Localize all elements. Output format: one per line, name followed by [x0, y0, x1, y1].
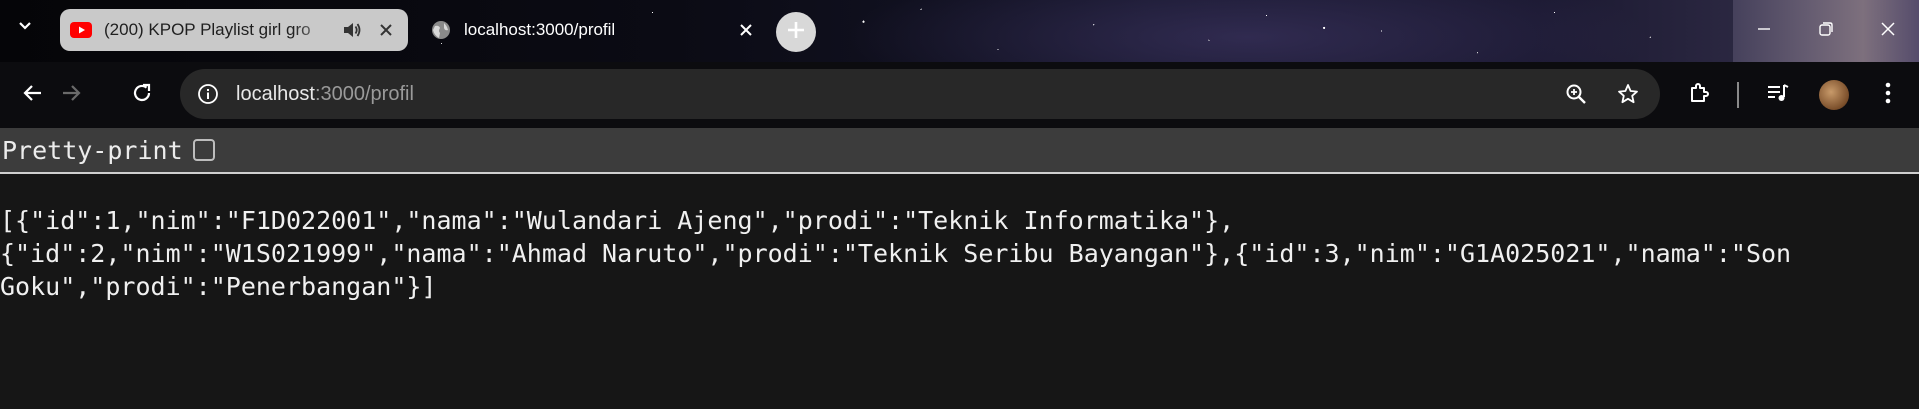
- json-output: [{"id":1,"nim":"F1D022001","nama":"Wulan…: [0, 204, 1919, 303]
- url-host: localhost: [236, 82, 315, 105]
- media-queue-icon: [1766, 82, 1790, 109]
- extensions-button[interactable]: [1684, 79, 1716, 111]
- close-icon[interactable]: [734, 18, 758, 42]
- minimize-button[interactable]: [1733, 0, 1795, 62]
- json-line: Goku","prodi":"Penerbangan"}]: [0, 272, 437, 301]
- browser-toolbar: localhost:3000/profil: [0, 62, 1919, 128]
- globe-icon: [430, 19, 452, 41]
- avatar[interactable]: [1819, 80, 1849, 110]
- reload-icon: [131, 82, 153, 109]
- window-controls: [1733, 0, 1919, 62]
- more-vert-icon: [1885, 82, 1891, 109]
- chevron-down-icon: [17, 17, 33, 38]
- tab-localhost[interactable]: localhost:3000/profil: [420, 9, 768, 51]
- new-tab-button[interactable]: [776, 12, 816, 52]
- media-controls-button[interactable]: [1762, 79, 1794, 111]
- close-icon[interactable]: [374, 18, 398, 42]
- url-path: :3000/profil: [314, 82, 414, 105]
- menu-button[interactable]: [1872, 79, 1904, 111]
- back-button[interactable]: [17, 79, 49, 111]
- pretty-print-label: Pretty-print: [2, 135, 183, 165]
- puzzle-icon: [1688, 81, 1712, 110]
- tab-title: localhost:3000/profil: [464, 20, 616, 39]
- json-line: {"id":2,"nim":"W1S021999","nama":"Ahmad …: [0, 239, 1792, 268]
- arrow-left-icon: [22, 82, 44, 109]
- restore-icon: [1818, 21, 1834, 42]
- toolbar-separator: [1737, 82, 1739, 108]
- tab-search-button[interactable]: [10, 12, 40, 42]
- address-bar[interactable]: localhost:3000/profil: [180, 69, 1660, 119]
- arrow-right-icon: [60, 82, 82, 109]
- url-text[interactable]: localhost:3000/profil: [236, 83, 414, 106]
- pretty-print-checkbox[interactable]: [192, 139, 215, 161]
- reload-button[interactable]: [126, 79, 158, 111]
- speaker-icon[interactable]: [340, 18, 364, 42]
- json-line: [{"id":1,"nim":"F1D022001","nama":"Wulan…: [0, 206, 1235, 235]
- tab-youtube[interactable]: (200) KPOP Playlist girl gro: [60, 9, 408, 51]
- forward-button[interactable]: [55, 79, 87, 111]
- minimize-icon: [1757, 22, 1771, 41]
- zoom-icon[interactable]: [1562, 80, 1590, 108]
- pretty-print-bar: Pretty-print: [0, 128, 1919, 174]
- site-info-icon[interactable]: [194, 80, 222, 108]
- bookmark-star-icon[interactable]: [1614, 80, 1642, 108]
- close-icon: [1880, 21, 1896, 42]
- close-window-button[interactable]: [1857, 0, 1919, 62]
- tab-title: (200) KPOP Playlist girl gro: [104, 20, 311, 39]
- youtube-icon: [70, 19, 92, 41]
- tab-strip: (200) KPOP Playlist girl gro localhost:3…: [0, 0, 1919, 62]
- plus-icon: [786, 20, 806, 45]
- restore-button[interactable]: [1795, 0, 1857, 62]
